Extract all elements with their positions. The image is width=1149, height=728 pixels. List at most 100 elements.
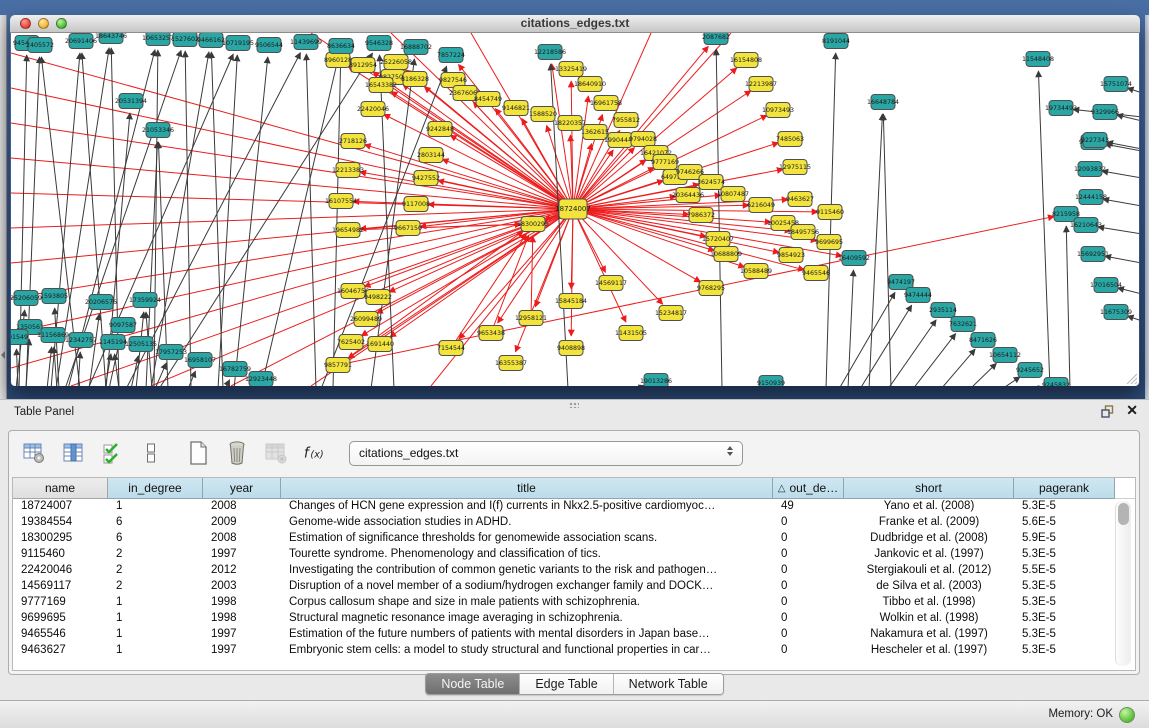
table-settings-button[interactable] [21,440,47,466]
delete-table-button[interactable] [263,440,289,466]
column-header-in_degree[interactable]: in_degree [108,478,203,499]
network-node[interactable]: 18643746 [95,33,127,44]
column-header-name[interactable]: name [13,478,108,499]
network-node[interactable]: 12923448 [245,372,277,387]
column-chooser-button[interactable] [60,440,86,466]
network-node[interactable]: 8960128 [324,53,352,68]
network-node[interactable]: 8454749 [474,92,502,107]
network-node[interactable]: 16355387 [495,356,527,371]
network-node[interactable]: 9329966 [1091,105,1119,120]
table-row[interactable]: 2242004622012Investigating the contribut… [13,563,1135,579]
network-node[interactable]: 19013286 [640,374,672,387]
network-node[interactable]: 1593805 [40,289,68,304]
network-node[interactable]: 9245652 [1016,363,1044,378]
column-header-short[interactable]: short [844,478,1014,499]
network-node[interactable]: 16648784 [867,95,899,110]
network-node[interactable]: 11548408 [1022,52,1054,67]
table-row[interactable]: 977716911998Corpus callosum shape and si… [13,595,1135,611]
column-header-year[interactable]: year [203,478,281,499]
network-node[interactable]: 20206576 [85,295,117,310]
network-node[interactable]: 3624574 [697,175,725,190]
network-node[interactable]: 7986372 [687,208,715,223]
network-node[interactable]: 9245832 [1042,378,1070,387]
network-node[interactable]: 9768295 [697,281,725,296]
table-scrollbar-thumb[interactable] [1118,503,1129,525]
close-panel-icon[interactable]: ✕ [1126,402,1138,419]
network-node[interactable]: 1691440 [366,337,394,352]
network-node[interactable]: 12975115 [779,160,811,175]
network-node[interactable]: 12213383 [332,163,364,178]
network-node[interactable]: 20364436 [672,188,704,203]
network-node[interactable]: 9408898 [557,341,585,356]
table-row[interactable]: 946362711997Embryonic stem cells: a mode… [13,643,1135,659]
table-row[interactable]: 946554611997Estimation of the future num… [13,627,1135,643]
network-node[interactable]: 25206059 [11,291,42,306]
network-node[interactable]: 9653438 [477,326,505,341]
network-node[interactable]: 16409592 [838,251,870,266]
network-node[interactable]: 9242848 [426,122,454,137]
tab-edge-table[interactable]: Edge Table [520,674,613,694]
network-node[interactable]: 11431505 [615,326,647,341]
network-node[interactable]: 10654112 [989,348,1021,363]
network-node[interactable]: 18640910 [574,77,606,92]
table-row[interactable]: 1456911722003Disruption of a novel membe… [13,579,1135,595]
network-node[interactable]: 16888702 [400,40,432,55]
network-node[interactable]: 12093832 [1074,162,1106,177]
network-node[interactable]: 6216049 [747,198,775,213]
table-row[interactable]: 1938455462009Genome-wide association stu… [13,515,1135,531]
column-header-out_degree[interactable]: △out_de… [773,478,844,499]
network-node[interactable]: 12342757 [65,333,97,348]
network-node[interactable]: 11439699 [290,35,322,50]
network-node[interactable]: 7154544 [437,341,465,356]
network-node[interactable]: 7485063 [776,132,804,147]
network-node[interactable]: 22420046 [357,102,389,117]
network-window-titlebar[interactable]: citations_edges.txt [10,15,1140,33]
network-node[interactable]: 10973493 [762,103,794,118]
row-height-button[interactable] [138,440,164,466]
network-node[interactable]: 16543382 [365,78,397,93]
table-scrollbar[interactable] [1115,501,1131,666]
network-node[interactable]: 2803144 [417,148,445,163]
network-node[interactable]: 9794028 [629,132,657,147]
network-node[interactable]: 9465546 [802,266,830,281]
table-selector-dropdown[interactable]: citations_edges.txt [349,441,743,466]
network-node[interactable]: 10807487 [717,187,749,202]
network-node[interactable]: 8912954 [349,58,377,73]
network-node[interactable]: 21053346 [142,123,174,138]
network-node[interactable]: 2718126 [339,134,367,149]
network-node[interactable]: 18724007 [555,199,591,219]
network-node[interactable]: 9463627 [786,192,814,207]
network-node[interactable]: 10719195 [222,36,254,51]
network-node[interactable]: 10588489 [740,264,772,279]
network-node[interactable]: 2405572 [26,38,54,53]
network-node[interactable]: 18300295 [517,217,549,232]
network-node[interactable]: 8191044 [822,34,850,49]
network-node[interactable]: 16961758 [590,96,622,111]
network-node[interactable]: 15751074 [1100,77,1132,92]
network-node[interactable]: 12505135 [125,337,157,352]
network-node[interactable]: 16210643 [1070,218,1102,233]
network-node[interactable]: 15234817 [655,306,687,321]
network-node[interactable]: 9150939 [757,376,785,387]
network-node[interactable]: 12213987 [745,77,777,92]
network-node[interactable]: 16958107 [184,353,216,368]
network-node[interactable]: 16782759 [219,362,251,377]
network-node[interactable]: 2935114 [929,303,957,318]
window-resize-grip[interactable] [1125,372,1137,384]
column-header-title[interactable]: title [281,478,773,499]
network-node[interactable]: 8186328 [401,72,429,87]
table-row[interactable]: 1830029562008Estimation of significance … [13,531,1135,547]
column-header-pagerank[interactable]: pagerank [1014,478,1115,499]
network-node[interactable]: 9506544 [255,38,283,53]
network-node[interactable]: 8636634 [327,39,355,54]
delete-column-button[interactable] [224,440,250,466]
network-node[interactable]: 16107554 [325,194,357,209]
network-node[interactable]: 26099489 [350,312,382,327]
network-node[interactable]: 15720407 [702,232,734,247]
network-node[interactable]: 9854923 [777,248,805,263]
network-node[interactable]: 18495756 [787,225,819,240]
network-node[interactable]: 1527602 [171,33,199,47]
network-node[interactable]: 1588520 [529,107,557,122]
network-node[interactable]: 9498222 [364,290,392,305]
tab-network-table[interactable]: Network Table [614,674,723,694]
